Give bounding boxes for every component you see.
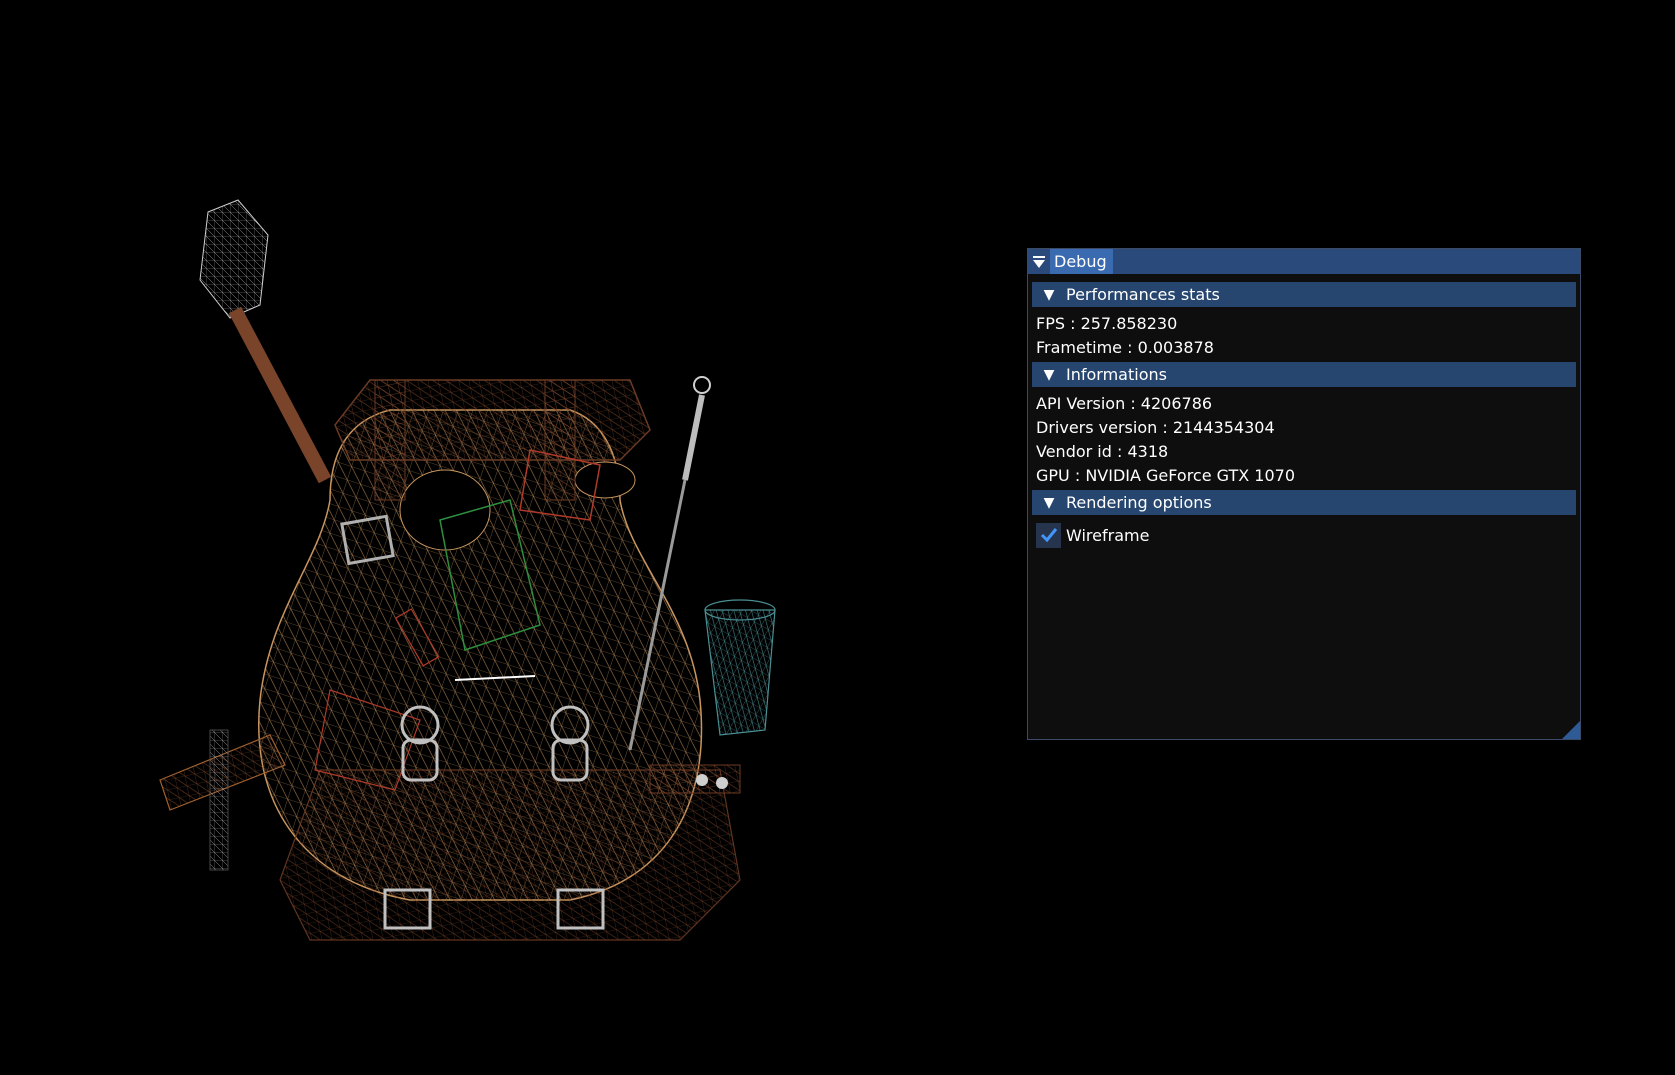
header-label: Performances stats (1066, 285, 1220, 304)
debug-window-content: ▼ Performances stats FPS : 257.858230 Fr… (1028, 274, 1580, 550)
api-version-text: API Version : 4206786 (1036, 394, 1213, 413)
triangle-down-icon: ▼ (1043, 286, 1055, 303)
triangle-down-icon: ▼ (1043, 366, 1055, 383)
wireframe-backpack-model (159, 199, 776, 941)
triangle-down-icon: ▼ (1043, 494, 1055, 511)
cup-mesh (704, 599, 776, 736)
wireframe-checkbox[interactable] (1036, 522, 1061, 548)
window-title: Debug (1050, 249, 1113, 274)
frametime-readout: Frametime : 0.003878 (1036, 338, 1214, 357)
3d-viewport[interactable]: Debug ▼ Performances stats FPS : 257.858… (0, 0, 1675, 1075)
bedroll-mesh (199, 199, 332, 484)
header-informations[interactable]: ▼ Informations (1032, 362, 1576, 387)
header-rendering-options[interactable]: ▼ Rendering options (1032, 490, 1576, 515)
header-performance-stats[interactable]: ▼ Performances stats (1032, 282, 1576, 307)
checkmark-icon (1040, 528, 1057, 543)
fps-readout: FPS : 257.858230 (1036, 314, 1178, 333)
wireframe-option[interactable]: Wireframe (1032, 520, 1576, 550)
bag-body-mesh (258, 379, 741, 941)
header-label: Informations (1066, 365, 1167, 384)
wooden-log-mesh (159, 729, 286, 871)
collapse-arrow-icon[interactable] (1028, 249, 1050, 274)
debug-window[interactable]: Debug ▼ Performances stats FPS : 257.858… (1027, 248, 1581, 740)
vendor-id-text: Vendor id : 4318 (1036, 442, 1169, 461)
resize-grip[interactable] (1562, 721, 1580, 739)
debug-window-title-bar[interactable]: Debug (1028, 249, 1580, 274)
drivers-version-text: Drivers version : 2144354304 (1036, 418, 1275, 437)
header-label: Rendering options (1066, 493, 1212, 512)
gpu-text: GPU : NVIDIA GeForce GTX 1070 (1036, 466, 1296, 485)
wireframe-label: Wireframe (1066, 525, 1150, 545)
